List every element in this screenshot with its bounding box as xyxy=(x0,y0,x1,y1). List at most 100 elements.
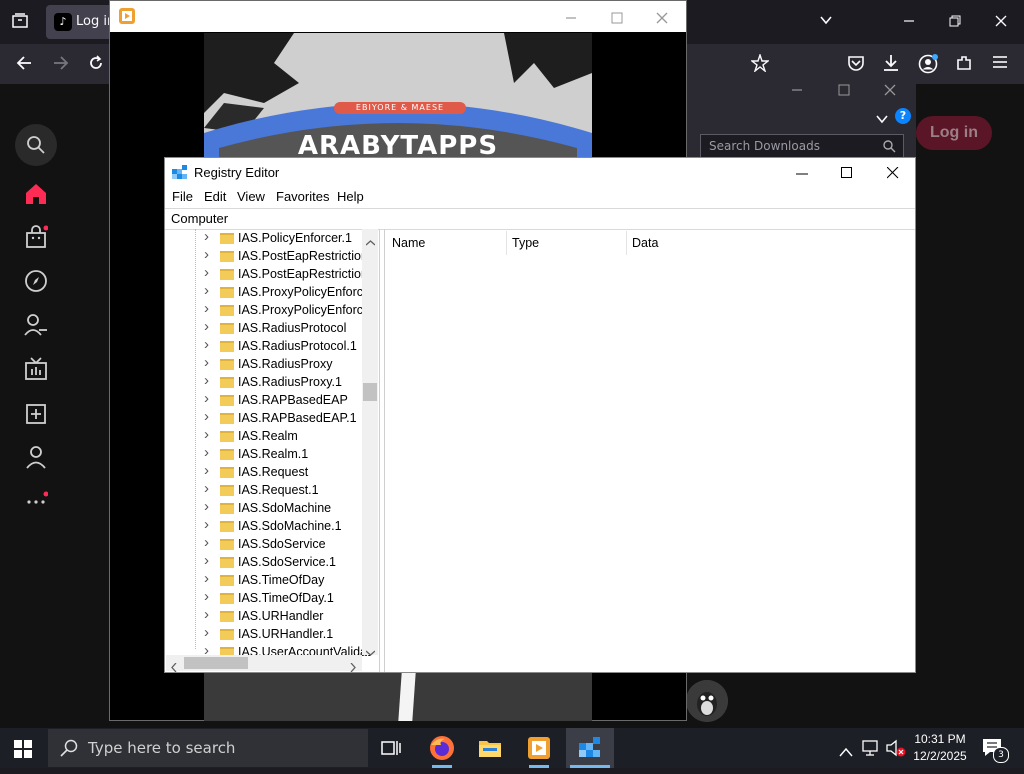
upload-icon[interactable] xyxy=(16,402,56,431)
close-icon[interactable] xyxy=(886,166,899,184)
tree-item[interactable]: › IAS.Realm xyxy=(166,426,366,446)
scroll-right-arrow-icon[interactable] xyxy=(350,659,356,672)
minimize-icon[interactable] xyxy=(899,12,919,32)
search-button[interactable] xyxy=(15,124,57,166)
scroll-thumb[interactable] xyxy=(184,657,248,669)
explore-icon[interactable] xyxy=(16,269,56,298)
volume-muted-icon[interactable] xyxy=(886,739,906,761)
expand-chevron-icon[interactable]: › xyxy=(204,516,209,533)
expand-chevron-icon[interactable]: › xyxy=(204,444,209,461)
shop-icon[interactable] xyxy=(16,225,56,254)
maximize-icon[interactable] xyxy=(836,81,852,101)
close-icon[interactable] xyxy=(991,12,1011,32)
menu-favorites[interactable]: Favorites xyxy=(276,189,329,204)
scroll-thumb[interactable] xyxy=(363,383,377,401)
minimize-icon[interactable] xyxy=(796,167,808,185)
browser-tab[interactable]: ♪ Log in xyxy=(46,5,116,39)
scroll-up-arrow-icon[interactable] xyxy=(365,233,376,251)
expand-chevron-icon[interactable]: › xyxy=(204,282,209,299)
column-name[interactable]: Name xyxy=(392,236,425,250)
tree-item[interactable]: › IAS.SdoMachine.1 xyxy=(166,516,366,536)
tree-item[interactable]: › IAS.SdoService xyxy=(166,534,366,554)
expand-chevron-icon[interactable]: › xyxy=(204,624,209,641)
tree-item[interactable]: › IAS.URHandler xyxy=(166,606,366,626)
tree-item[interactable]: › IAS.RadiusProtocol.1 xyxy=(166,336,366,356)
show-hidden-icons-icon[interactable] xyxy=(839,742,853,761)
tree-item[interactable]: › IAS.PolicyEnforcer.1 xyxy=(166,229,366,248)
expand-chevron-icon[interactable]: › xyxy=(204,498,209,515)
tree-item[interactable]: › IAS.SdoMachine xyxy=(166,498,366,518)
chevron-down-icon[interactable] xyxy=(876,110,892,129)
extensions-icon[interactable] xyxy=(953,54,975,77)
expand-chevron-icon[interactable]: › xyxy=(204,300,209,317)
expand-chevron-icon[interactable]: › xyxy=(204,390,209,407)
expand-chevron-icon[interactable]: › xyxy=(204,480,209,497)
close-icon[interactable] xyxy=(882,81,898,101)
expand-chevron-icon[interactable]: › xyxy=(204,264,209,281)
expand-chevron-icon[interactable]: › xyxy=(204,606,209,623)
scroll-down-arrow-icon[interactable] xyxy=(365,643,376,661)
tab-list-icon[interactable] xyxy=(9,12,31,35)
tree-item[interactable]: › IAS.RadiusProtocol xyxy=(166,318,366,338)
expand-chevron-icon[interactable]: › xyxy=(204,552,209,569)
reload-icon[interactable] xyxy=(85,54,107,77)
maximize-icon[interactable] xyxy=(611,9,623,28)
tree-item[interactable]: › IAS.Request.1 xyxy=(166,480,366,500)
tree-horizontal-scrollbar[interactable] xyxy=(166,655,362,672)
expand-chevron-icon[interactable]: › xyxy=(204,354,209,371)
back-icon[interactable] xyxy=(13,54,35,77)
tree-item[interactable]: › IAS.RadiusProxy.1 xyxy=(166,372,366,392)
maximize-icon[interactable] xyxy=(841,166,853,184)
tree-item[interactable]: › IAS.PostEapRestrictions xyxy=(166,264,374,284)
menu-view[interactable]: View xyxy=(237,189,265,204)
menu-file[interactable]: File xyxy=(172,189,193,204)
column-divider[interactable] xyxy=(626,231,627,255)
column-data[interactable]: Data xyxy=(632,236,658,250)
registry-editor-taskbar-icon[interactable] xyxy=(566,728,614,768)
column-type[interactable]: Type xyxy=(512,236,539,250)
tree-item[interactable]: › IAS.ProxyPolicyEnforce xyxy=(166,282,370,302)
column-divider[interactable] xyxy=(506,231,507,255)
tree-item[interactable]: › IAS.TimeOfDay.1 xyxy=(166,588,366,608)
tree-item[interactable]: › IAS.TimeOfDay xyxy=(166,570,366,590)
avatar[interactable] xyxy=(686,680,728,722)
firefox-taskbar-icon[interactable] xyxy=(419,728,465,768)
tree-item[interactable]: › IAS.SdoService.1 xyxy=(166,552,366,572)
address-bar[interactable]: Computer xyxy=(165,208,915,230)
minimize-icon[interactable] xyxy=(565,9,577,28)
following-icon[interactable] xyxy=(16,313,56,342)
tree-item[interactable]: › IAS.ProxyPolicyEnforce xyxy=(166,300,370,320)
network-icon[interactable] xyxy=(862,740,880,760)
menu-edit[interactable]: Edit xyxy=(204,189,226,204)
expand-chevron-icon[interactable]: › xyxy=(204,372,209,389)
scroll-left-arrow-icon[interactable] xyxy=(171,659,177,672)
task-view-icon[interactable] xyxy=(368,728,414,768)
values-pane[interactable]: Name Type Data xyxy=(384,229,914,672)
tree-item[interactable]: › IAS.URHandler.1 xyxy=(166,624,366,644)
expand-chevron-icon[interactable]: › xyxy=(204,408,209,425)
tree-item[interactable]: › IAS.RAPBasedEAP.1 xyxy=(166,408,366,428)
expand-chevron-icon[interactable]: › xyxy=(204,462,209,479)
expand-chevron-icon[interactable]: › xyxy=(204,534,209,551)
expand-chevron-icon[interactable]: › xyxy=(204,246,209,263)
menu-icon[interactable] xyxy=(989,54,1011,75)
expand-chevron-icon[interactable]: › xyxy=(204,588,209,605)
notification-center-icon[interactable]: 3 xyxy=(982,738,1009,764)
expand-chevron-icon[interactable]: › xyxy=(204,318,209,335)
clock[interactable]: 10:31 PM 12/2/2025 xyxy=(912,731,968,765)
tree-item[interactable]: › IAS.RAPBasedEAP xyxy=(166,390,366,410)
restore-icon[interactable] xyxy=(945,12,965,32)
expand-chevron-icon[interactable]: › xyxy=(204,570,209,587)
forward-icon[interactable] xyxy=(50,54,72,77)
expand-chevron-icon[interactable]: › xyxy=(204,229,209,245)
file-explorer-icon[interactable] xyxy=(467,728,513,768)
expand-chevron-icon[interactable]: › xyxy=(204,336,209,353)
account-icon[interactable] xyxy=(917,54,939,79)
profile-icon[interactable] xyxy=(16,445,56,474)
tree-item[interactable]: › IAS.Request xyxy=(166,462,366,482)
minimize-icon[interactable] xyxy=(789,81,805,101)
chevron-down-icon[interactable] xyxy=(816,12,836,32)
menu-help[interactable]: Help xyxy=(337,189,364,204)
help-icon[interactable]: ? xyxy=(895,108,911,124)
windows-start-icon[interactable] xyxy=(14,740,32,762)
